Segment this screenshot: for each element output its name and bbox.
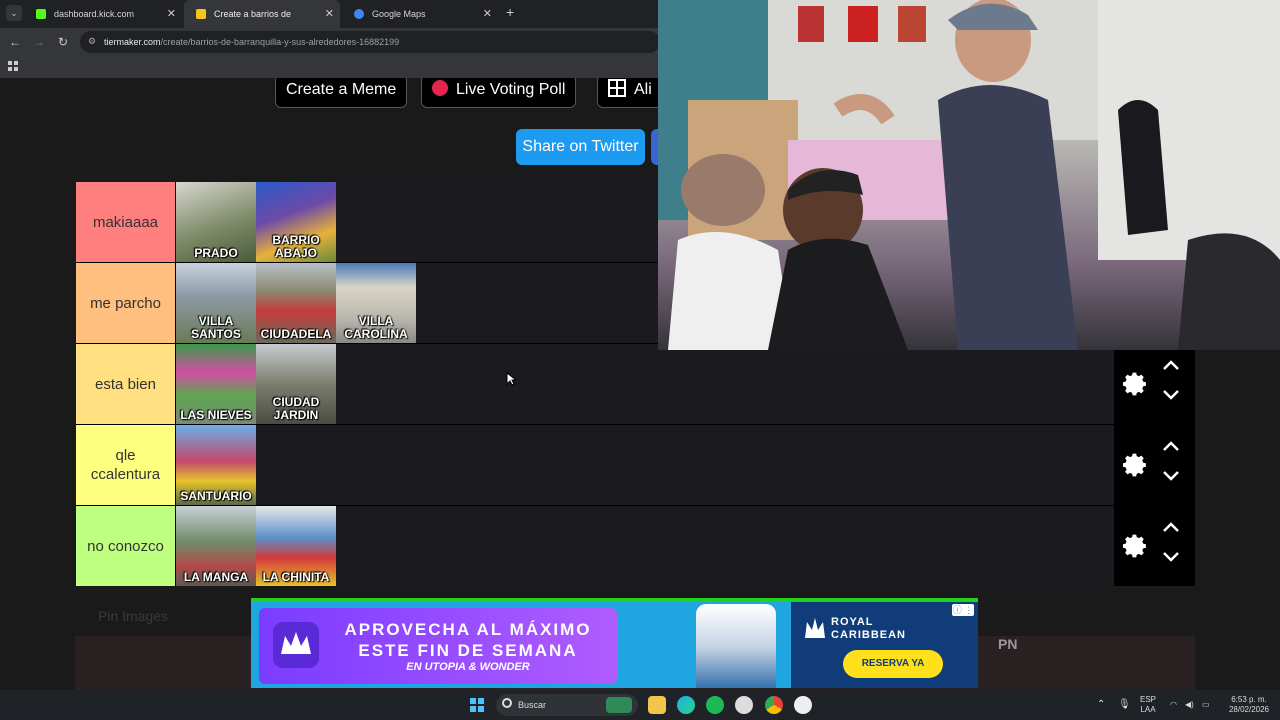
gear-icon[interactable] <box>1121 451 1149 479</box>
tier-controls <box>1115 425 1195 505</box>
volume-icon[interactable]: ◀) <box>1185 700 1194 710</box>
ad-brand-panel: ROYAL CARIBBEAN RESERVA YA <box>791 602 978 688</box>
tier-item-image[interactable]: CIUDADELA <box>256 263 336 343</box>
tier-item-image[interactable]: BARRIO ABAJO <box>256 182 336 262</box>
webcam-overlay <box>658 0 1280 350</box>
ad-promo-panel: APROVECHA AL MÁXIMO ESTE FIN DE SEMANA E… <box>259 608 617 684</box>
clock[interactable]: 6:53 p. m. 28/02/2026 <box>1222 695 1276 715</box>
edge-icon[interactable] <box>677 696 695 714</box>
tier-items[interactable]: LA MANGA LA CHINITA <box>176 506 1114 586</box>
create-meme-button[interactable]: Create a Meme <box>275 78 408 108</box>
share-twitter-button[interactable]: Share on Twitter <box>516 129 645 165</box>
spotify-icon[interactable] <box>706 696 724 714</box>
tab-title: dashboard.kick.com <box>54 9 135 19</box>
language-indicator[interactable]: ESP LAA <box>1140 695 1156 715</box>
apps-grid-icon[interactable] <box>8 61 20 73</box>
tray-chevron-icon[interactable]: ⌃ <box>1097 700 1105 710</box>
pin-images-label: Pin Images <box>98 608 169 624</box>
gear-icon[interactable] <box>1121 532 1149 560</box>
tab-tiermaker[interactable]: Create a barrios de barranquilla ✕ <box>184 0 340 47</box>
gear-icon[interactable] <box>1121 370 1149 398</box>
ad-subheadline: EN UTOPIA & WONDER <box>406 661 530 673</box>
tier-controls <box>1115 344 1195 424</box>
live-voting-poll-button[interactable]: Live Voting Poll <box>421 78 577 108</box>
tier-item-image[interactable]: SANTUARIO <box>176 425 256 505</box>
cruise-ship-image <box>696 604 776 688</box>
tier-item-image[interactable]: CIUDAD JARDIN <box>256 344 336 424</box>
tab-kick-dashboard[interactable]: dashboard.kick.com ✕ <box>24 0 182 28</box>
ad-info-icon[interactable]: ⓘ ⋮ <box>952 604 974 616</box>
tier-row: no conozco LA MANGA LA CHINITA <box>76 506 1195 586</box>
file-explorer-icon[interactable] <box>648 696 666 714</box>
tier-item-image[interactable]: VILLA SANTOS <box>176 263 256 343</box>
address-bar[interactable]: ⚙ tiermaker.com/create/barrios-de-barran… <box>80 31 660 53</box>
tier-item-image[interactable]: PRADO <box>176 182 256 262</box>
move-down-icon[interactable] <box>1161 469 1181 483</box>
microphone-icon[interactable]: 🎙 <box>1118 700 1131 710</box>
mouse-cursor-icon <box>506 372 516 386</box>
obs-icon[interactable] <box>735 696 753 714</box>
move-up-icon[interactable] <box>1161 520 1181 534</box>
move-up-icon[interactable] <box>1161 439 1181 453</box>
reserve-button[interactable]: RESERVA YA <box>843 650 943 678</box>
tier-item-image[interactable]: LA CHINITA <box>256 506 336 586</box>
close-tab-icon[interactable]: ✕ <box>483 0 492 28</box>
overlay-text: PN <box>998 636 1018 652</box>
align-button[interactable]: Ali <box>597 78 667 108</box>
tier-items[interactable]: LAS NIEVES CIUDAD JARDIN <box>176 344 1114 424</box>
tier-label[interactable]: esta bien <box>76 344 175 424</box>
grid-icon <box>608 79 626 97</box>
tier-item-image[interactable]: VILLA CAROLINA <box>336 263 416 343</box>
tab-google-maps[interactable]: Google Maps ✕ <box>342 0 498 28</box>
tier-row: qle ccalentura SANTUARIO <box>76 425 1195 505</box>
forward-icon[interactable]: → <box>30 33 48 51</box>
battery-icon[interactable]: ▭ <box>1202 700 1210 710</box>
windows-taskbar: Buscar ⌃ 🎙 ESP LAA ◠ ◀) ▭ 6:53 p. m. 28/02… <box>0 690 1280 720</box>
move-up-icon[interactable] <box>1161 358 1181 372</box>
kick-favicon-icon <box>36 9 46 19</box>
tier-item-image[interactable]: LA MANGA <box>176 506 256 586</box>
tier-label[interactable]: makiaaaa <box>76 182 175 262</box>
tier-label[interactable]: me parcho <box>76 263 175 343</box>
maps-favicon-icon <box>354 9 364 19</box>
reload-icon[interactable]: ↻ <box>54 33 72 51</box>
webcam-video <box>658 0 1280 350</box>
tier-row: esta bien LAS NIEVES CIUDAD JARDIN <box>76 344 1195 424</box>
close-tab-icon[interactable]: ✕ <box>167 0 176 28</box>
royal-caribbean-crown-icon <box>273 622 319 668</box>
tiermaker-favicon-icon <box>196 9 206 19</box>
tier-label[interactable]: qle ccalentura <box>76 425 175 505</box>
site-info-icon[interactable]: ⚙ <box>88 36 96 47</box>
close-tab-icon[interactable]: ✕ <box>325 0 334 28</box>
ad-headline: APROVECHA AL MÁXIMO ESTE FIN DE SEMANA <box>344 620 592 660</box>
wifi-icon[interactable]: ◠ <box>1170 700 1177 710</box>
app-icon[interactable] <box>794 696 812 714</box>
tier-items[interactable]: SANTUARIO <box>176 425 1114 505</box>
brand-crown-icon <box>805 618 825 638</box>
move-down-icon[interactable] <box>1161 550 1181 564</box>
taskbar-search[interactable]: Buscar <box>496 694 638 716</box>
tab-search-icon[interactable]: ⌄ <box>6 5 22 21</box>
tier-label[interactable]: no conozco <box>76 506 175 586</box>
new-tab-icon[interactable]: + <box>506 4 514 20</box>
back-icon[interactable]: ← <box>6 33 24 51</box>
tab-title: Google Maps <box>372 9 426 19</box>
tier-controls <box>1115 506 1195 586</box>
windows-start-icon[interactable] <box>470 698 484 712</box>
url-text: tiermaker.com/create/barrios-de-barranqu… <box>104 37 400 47</box>
record-dot-icon <box>432 80 448 96</box>
search-icon <box>502 698 512 708</box>
search-highlight-icon <box>606 697 632 713</box>
tier-item-image[interactable]: LAS NIEVES <box>176 344 256 424</box>
advertisement-banner[interactable]: APROVECHA AL MÁXIMO ESTE FIN DE SEMANA E… <box>251 598 978 688</box>
chrome-icon[interactable] <box>765 696 783 714</box>
ad-brand-name: ROYAL CARIBBEAN <box>831 616 906 641</box>
move-down-icon[interactable] <box>1161 388 1181 402</box>
